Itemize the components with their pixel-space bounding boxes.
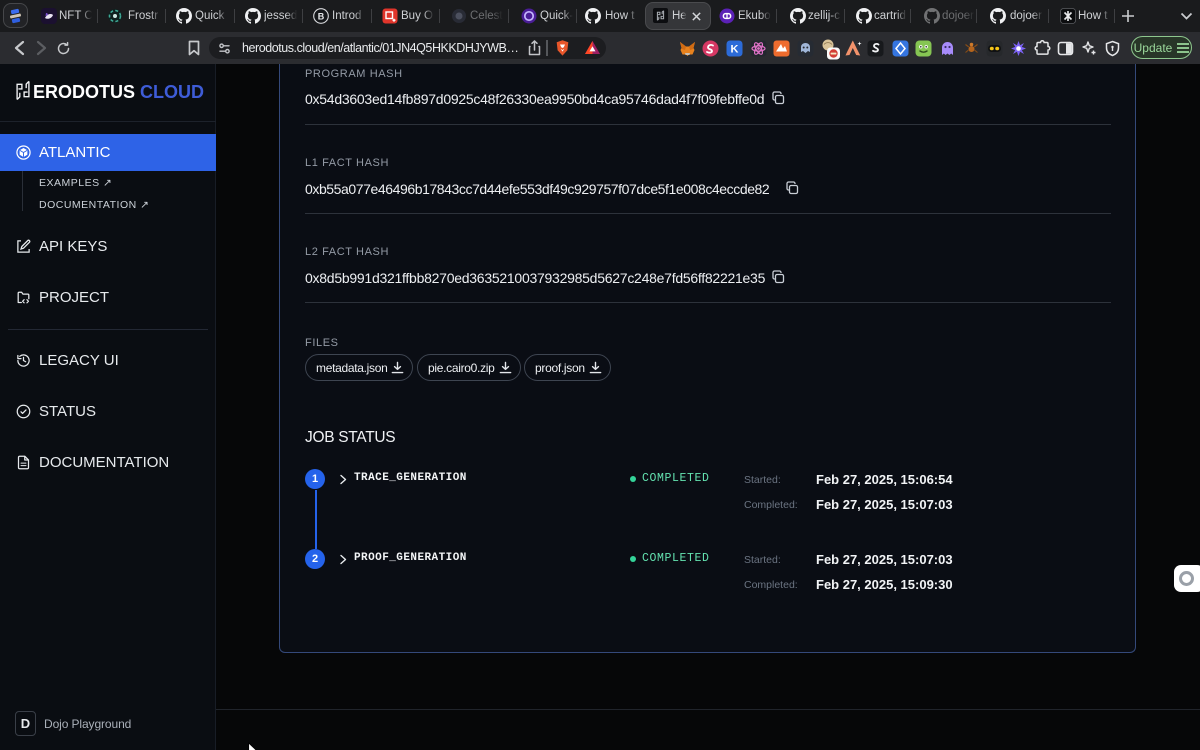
svg-text:K: K	[731, 44, 739, 56]
svg-text:B: B	[318, 11, 325, 21]
